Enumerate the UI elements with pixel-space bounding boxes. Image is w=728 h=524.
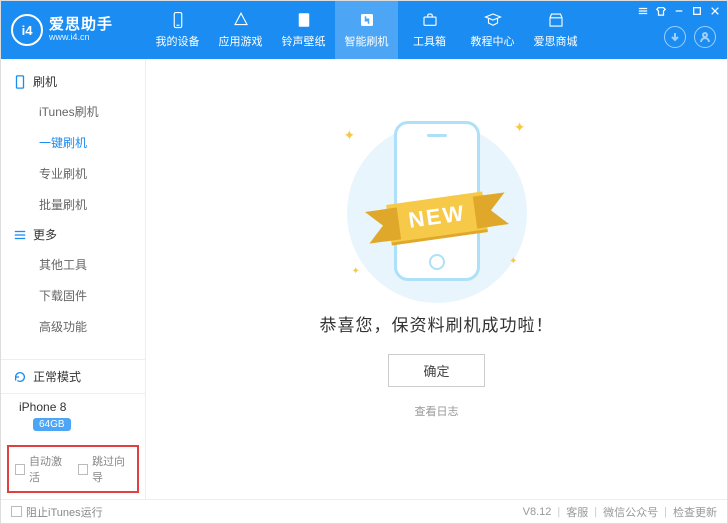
minimize-icon[interactable] bbox=[673, 5, 685, 17]
checkbox-label: 自动激活 bbox=[29, 453, 68, 485]
nav-ringtones[interactable]: 铃声壁纸 bbox=[272, 1, 335, 59]
nav-label: 应用游戏 bbox=[219, 33, 263, 49]
checkbox-icon bbox=[78, 464, 88, 475]
sidebar-item-advanced[interactable]: 高级功能 bbox=[1, 311, 145, 342]
sidebar-item-download-firmware[interactable]: 下载固件 bbox=[1, 280, 145, 311]
skin-icon[interactable] bbox=[655, 5, 667, 17]
nav-label: 爱思商城 bbox=[534, 33, 578, 49]
sidebar-group-more: 更多 bbox=[1, 220, 145, 249]
nav-apps[interactable]: 应用游戏 bbox=[209, 1, 272, 59]
nav-label: 教程中心 bbox=[471, 33, 515, 49]
storage-badge: 64GB bbox=[33, 418, 71, 431]
brand-subtitle: www.i4.cn bbox=[49, 33, 113, 43]
sparkle-icon: ✦ bbox=[514, 119, 526, 136]
device-name: iPhone 8 bbox=[19, 400, 66, 414]
nav-label: 我的设备 bbox=[156, 33, 200, 49]
more-icon bbox=[13, 228, 27, 242]
nav-label: 铃声壁纸 bbox=[282, 33, 326, 49]
nav-store[interactable]: 爱思商城 bbox=[524, 1, 587, 59]
sidebar-group-flash: 刷机 bbox=[1, 67, 145, 96]
nav-label: 工具箱 bbox=[413, 33, 446, 49]
refresh-icon bbox=[13, 370, 27, 384]
checkbox-label: 阻止iTunes运行 bbox=[26, 504, 103, 520]
sparkle-icon: ✦ bbox=[352, 266, 360, 277]
toolbox-icon bbox=[421, 11, 439, 29]
check-update-link[interactable]: 检查更新 bbox=[673, 504, 717, 520]
device-icon bbox=[13, 75, 27, 89]
sidebar-item-pro-flash[interactable]: 专业刷机 bbox=[1, 158, 145, 189]
brand-logo-icon: i4 bbox=[11, 14, 43, 46]
sparkle-icon: ✦ bbox=[344, 127, 356, 144]
flash-icon bbox=[358, 11, 376, 29]
checkbox-auto-activate[interactable]: 自动激活 bbox=[15, 453, 68, 485]
sidebar-item-other-tools[interactable]: 其他工具 bbox=[1, 249, 145, 280]
sparkle-icon: ✦ bbox=[509, 256, 517, 267]
download-icon[interactable] bbox=[664, 26, 686, 48]
checkbox-skip-guide[interactable]: 跳过向导 bbox=[78, 453, 131, 485]
version-label: V8.12 bbox=[523, 506, 552, 518]
wechat-link[interactable]: 微信公众号 bbox=[603, 504, 658, 520]
sidebar-group-title: 刷机 bbox=[33, 73, 57, 90]
brand-area: i4 爱思助手 www.i4.cn bbox=[1, 1, 146, 59]
nav-my-device[interactable]: 我的设备 bbox=[146, 1, 209, 59]
sidebar-group-title: 更多 bbox=[33, 226, 57, 243]
checkbox-icon bbox=[15, 464, 25, 475]
sidebar-item-oneclick-flash[interactable]: 一键刷机 bbox=[1, 127, 145, 158]
sidebar-item-itunes-flash[interactable]: iTunes刷机 bbox=[1, 96, 145, 127]
mode-label: 正常模式 bbox=[33, 368, 81, 385]
sidebar-options-highlight: 自动激活 跳过向导 bbox=[7, 445, 139, 493]
close-icon[interactable] bbox=[709, 5, 721, 17]
top-nav: 我的设备 应用游戏 铃声壁纸 智能刷机 工具箱 教程中心 bbox=[146, 1, 637, 59]
nav-toolbox[interactable]: 工具箱 bbox=[398, 1, 461, 59]
main-content: ✦ ✦ ✦ ✦ NEW 恭喜您，保资料刷机成功啦！ 确定 查看日志 bbox=[146, 59, 727, 499]
nav-label: 智能刷机 bbox=[345, 33, 389, 49]
confirm-button[interactable]: 确定 bbox=[388, 354, 484, 387]
menu-icon[interactable] bbox=[637, 5, 649, 17]
sidebar-item-batch-flash[interactable]: 批量刷机 bbox=[1, 189, 145, 220]
brand-title: 爱思助手 bbox=[49, 17, 113, 34]
sidebar-mode-status[interactable]: 正常模式 bbox=[1, 359, 145, 393]
wallpaper-icon bbox=[295, 11, 313, 29]
view-log-link[interactable]: 查看日志 bbox=[415, 403, 459, 419]
tutorial-icon bbox=[484, 11, 502, 29]
sidebar-device[interactable]: iPhone 8 bbox=[13, 400, 133, 414]
store-icon bbox=[547, 11, 565, 29]
nav-flash[interactable]: 智能刷机 bbox=[335, 1, 398, 59]
user-icon[interactable] bbox=[694, 26, 716, 48]
checkbox-icon bbox=[11, 506, 22, 517]
checkbox-block-itunes[interactable]: 阻止iTunes运行 bbox=[11, 504, 103, 520]
nav-tutorials[interactable]: 教程中心 bbox=[461, 1, 524, 59]
success-message: 恭喜您，保资料刷机成功啦！ bbox=[320, 311, 554, 336]
phone-icon bbox=[169, 11, 187, 29]
apps-icon bbox=[232, 11, 250, 29]
maximize-icon[interactable] bbox=[691, 5, 703, 17]
success-illustration: ✦ ✦ ✦ ✦ NEW bbox=[322, 97, 552, 297]
app-header: i4 爱思助手 www.i4.cn 我的设备 应用游戏 铃声壁纸 智能刷机 bbox=[1, 1, 727, 59]
status-bar: 阻止iTunes运行 V8.12 | 客服 | 微信公众号 | 检查更新 bbox=[1, 499, 727, 523]
support-link[interactable]: 客服 bbox=[566, 504, 588, 520]
checkbox-label: 跳过向导 bbox=[92, 453, 131, 485]
sidebar: 刷机 iTunes刷机 一键刷机 专业刷机 批量刷机 更多 其他工具 下载固件 … bbox=[1, 59, 146, 499]
